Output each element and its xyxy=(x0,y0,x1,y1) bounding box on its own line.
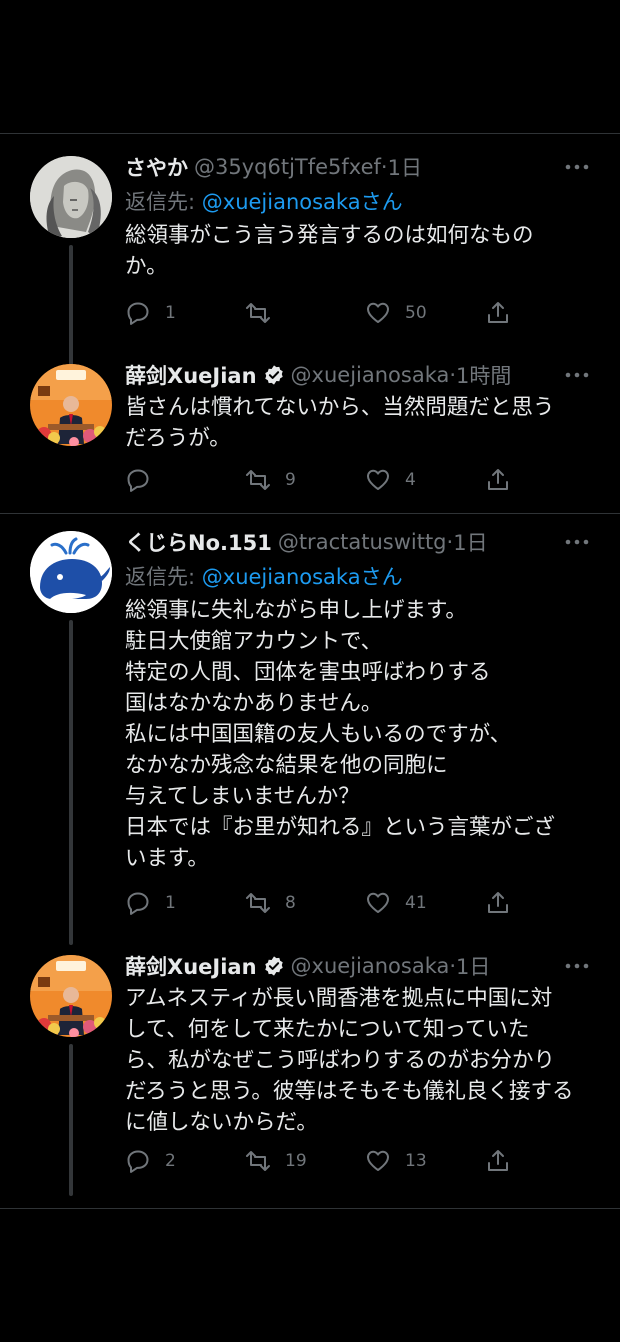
timestamp[interactable]: 1時間 xyxy=(456,360,511,390)
thread-connector-line xyxy=(69,1044,73,1196)
more-options-icon[interactable] xyxy=(562,152,592,182)
tweet-text: 総領事に失礼ながら申し上げます。 駐日大使館アカウントで、 特定の人間、団体を害… xyxy=(125,598,556,871)
reply-prefix: 返信先: xyxy=(125,190,202,214)
user-handle[interactable]: @tractatuswittg xyxy=(278,530,447,554)
retweet-button[interactable] xyxy=(245,297,365,329)
reply-count: 1 xyxy=(165,303,176,323)
tweet-actions: 1 50 xyxy=(125,297,545,329)
more-options-icon[interactable] xyxy=(562,951,592,981)
avatar[interactable] xyxy=(30,531,112,613)
timestamp[interactable]: 1日 xyxy=(456,951,490,981)
separator-dot: · xyxy=(446,530,454,554)
reply-button[interactable] xyxy=(125,464,245,496)
reply-button[interactable]: 1 xyxy=(125,887,245,919)
reply-button[interactable]: 1 xyxy=(125,297,245,329)
retweet-count: 9 xyxy=(285,470,296,490)
retweet-button[interactable]: 19 xyxy=(245,1145,365,1177)
like-count: 50 xyxy=(405,303,427,323)
separator-dot: · xyxy=(449,363,457,387)
whale-avatar-image xyxy=(30,531,112,613)
heart-icon xyxy=(367,469,389,490)
thread-divider-bottom xyxy=(0,1208,620,1209)
share-button[interactable] xyxy=(485,1145,545,1177)
like-button[interactable]: 50 xyxy=(365,297,485,329)
timestamp[interactable]: 1日 xyxy=(453,527,487,557)
display-name[interactable]: 薛剑XueJian xyxy=(125,951,257,981)
reply-icon xyxy=(127,892,149,915)
retweet-count: 8 xyxy=(285,893,296,913)
profile-photo-image xyxy=(30,364,112,446)
tweet-actions: 1 8 41 xyxy=(125,887,545,919)
user-handle[interactable]: @xuejianosaka xyxy=(291,954,450,978)
thread-divider-top xyxy=(0,133,620,134)
retweet-button[interactable]: 8 xyxy=(245,887,365,919)
reply-count: 2 xyxy=(165,1151,176,1171)
reply-mention-link[interactable]: @xuejianosakaさん xyxy=(202,190,403,214)
reply-prefix: 返信先: xyxy=(125,565,202,589)
thread-connector-line xyxy=(69,620,73,945)
share-button[interactable] xyxy=(485,464,545,496)
reply-context: 返信先: @xuejianosakaさん xyxy=(125,561,592,593)
heart-icon xyxy=(367,1150,389,1171)
share-icon xyxy=(488,302,508,323)
like-count: 4 xyxy=(405,470,416,490)
avatar[interactable] xyxy=(30,364,112,446)
display-name[interactable]: 薛剑XueJian xyxy=(125,360,257,390)
separator-dot: · xyxy=(380,155,388,179)
like-button[interactable]: 41 xyxy=(365,887,485,919)
reply-icon xyxy=(127,302,149,325)
tweet-actions: 2 19 13 xyxy=(125,1145,545,1177)
reply-icon xyxy=(127,469,149,492)
retweet-icon xyxy=(246,470,270,490)
share-button[interactable] xyxy=(485,297,545,329)
display-name[interactable]: くじらNo.151 xyxy=(125,527,272,557)
sketch-portrait-avatar-image xyxy=(30,156,112,238)
retweet-icon xyxy=(246,1151,270,1171)
retweet-count: 19 xyxy=(285,1151,307,1171)
share-icon xyxy=(488,892,508,913)
verified-badge-icon xyxy=(264,956,283,976)
tweet-text: 総領事がこう言う発言するのは如何なもの か。 xyxy=(125,223,534,279)
avatar[interactable] xyxy=(30,955,112,1037)
profile-photo-image xyxy=(30,955,112,1037)
reply-icon xyxy=(127,1150,149,1173)
reply-count: 1 xyxy=(165,893,176,913)
share-icon xyxy=(488,469,508,490)
heart-icon xyxy=(367,892,389,913)
tweet-text: アムネスティが長い間香港を拠点に中国に対 して、何をして来たかについて知っていた… xyxy=(125,986,574,1135)
heart-icon xyxy=(367,302,389,323)
verified-badge-icon xyxy=(264,365,283,385)
retweet-icon xyxy=(246,893,270,913)
user-handle[interactable]: @xuejianosaka xyxy=(291,363,450,387)
reply-mention-link[interactable]: @xuejianosakaさん xyxy=(202,565,403,589)
like-button[interactable]: 13 xyxy=(365,1145,485,1177)
tweet-text: 皆さんは慣れてないから、当然問題だと思う だろうが。 xyxy=(125,395,555,451)
display-name[interactable]: さやか xyxy=(125,152,188,182)
more-options-icon[interactable] xyxy=(562,360,592,390)
like-count: 41 xyxy=(405,893,427,913)
reply-context: 返信先: @xuejianosakaさん xyxy=(125,186,592,218)
reply-button[interactable]: 2 xyxy=(125,1145,245,1177)
retweet-button[interactable]: 9 xyxy=(245,464,365,496)
thread-divider-middle xyxy=(0,513,620,514)
share-icon xyxy=(488,1150,508,1171)
like-count: 13 xyxy=(405,1151,427,1171)
timestamp[interactable]: 1日 xyxy=(388,152,422,182)
retweet-icon xyxy=(246,303,270,323)
separator-dot: · xyxy=(449,954,457,978)
avatar[interactable] xyxy=(30,156,112,238)
user-handle[interactable]: @35yq6tjTfe5fxef xyxy=(194,155,381,179)
share-button[interactable] xyxy=(485,887,545,919)
more-options-icon[interactable] xyxy=(562,527,592,557)
like-button[interactable]: 4 xyxy=(365,464,485,496)
tweet-actions: 9 4 xyxy=(125,464,545,496)
